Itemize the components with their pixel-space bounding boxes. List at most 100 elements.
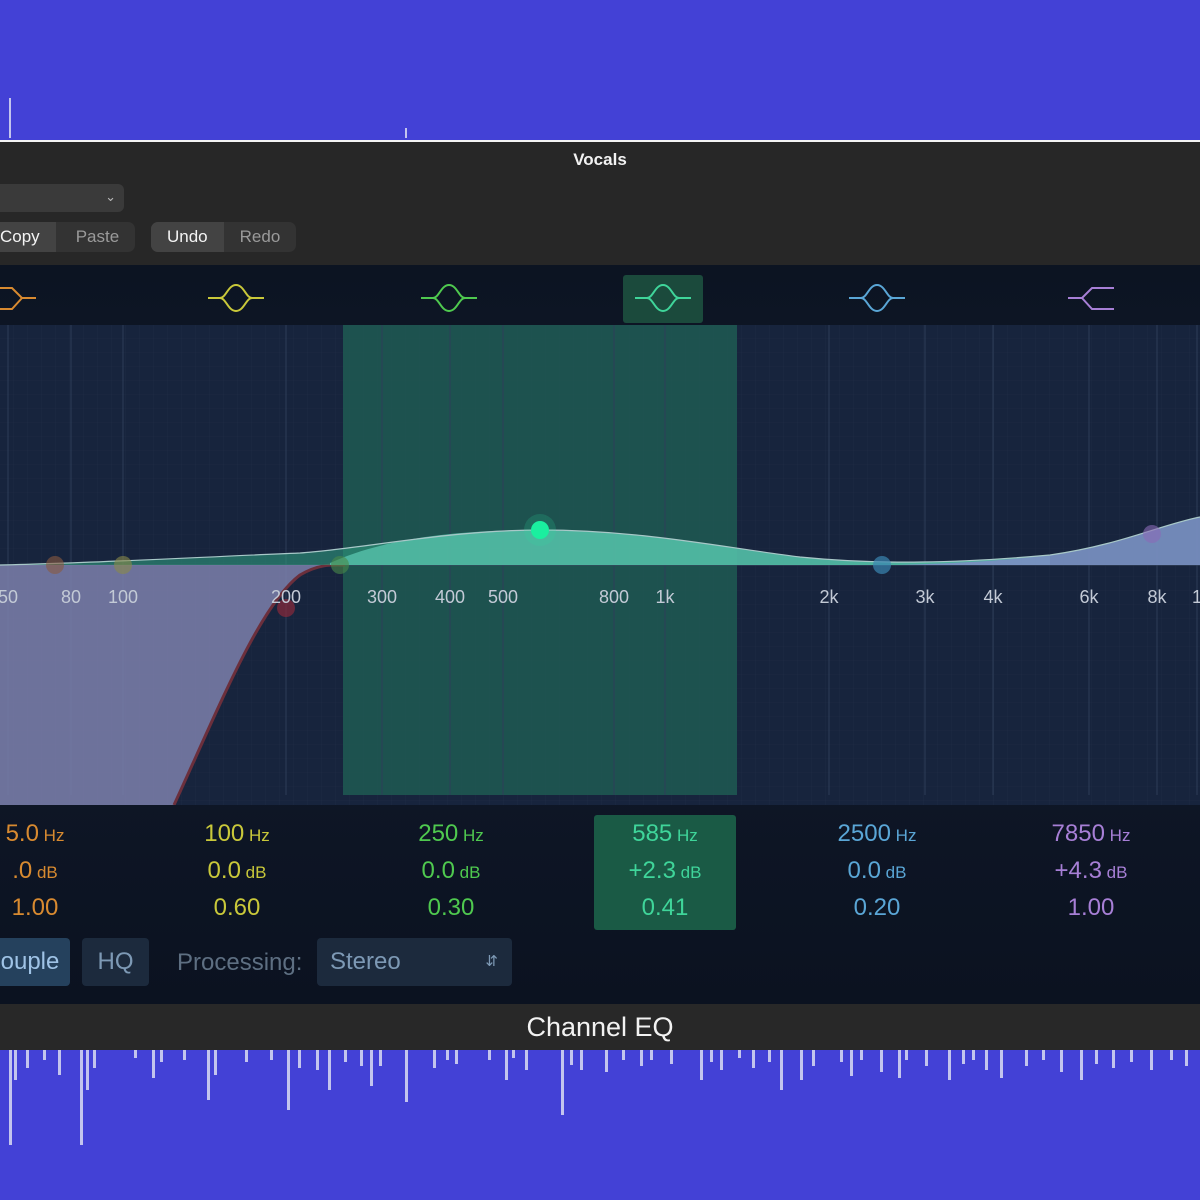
band-2-gain-value[interactable]: 0.0 dB bbox=[166, 852, 308, 889]
gain-unit: dB bbox=[454, 863, 481, 882]
waveform-peak bbox=[962, 1050, 965, 1064]
band-1-gain-value[interactable]: .0 dB bbox=[0, 852, 106, 889]
up-down-chevron-icon: ⇵ bbox=[485, 953, 498, 970]
band-2-type-button[interactable] bbox=[196, 275, 276, 323]
band-3-gain-value[interactable]: 0.0 dB bbox=[380, 852, 522, 889]
band-1-type-button[interactable] bbox=[0, 275, 62, 323]
waveform-peak bbox=[512, 1050, 515, 1058]
band-5-q-value[interactable]: 0.20 bbox=[806, 889, 948, 926]
waveform-peak bbox=[505, 1050, 508, 1080]
band-5-frequency-value[interactable]: 2500 Hz bbox=[806, 815, 948, 852]
frequency-unit: Hz bbox=[1104, 826, 1131, 845]
band-5-handle[interactable] bbox=[873, 556, 891, 574]
waveform-peak bbox=[379, 1050, 382, 1066]
band-1-frequency-value[interactable]: 5.0 Hz bbox=[0, 815, 106, 852]
gain-unit: dB bbox=[675, 863, 702, 882]
waveform-peak bbox=[880, 1050, 883, 1072]
waveform-peak bbox=[183, 1050, 186, 1060]
waveform-peak bbox=[580, 1050, 583, 1070]
frequency-number: 100 bbox=[204, 820, 245, 847]
preset-dropdown[interactable]: ⌄ bbox=[0, 184, 124, 212]
frequency-unit: Hz bbox=[458, 826, 484, 845]
frequency-tick-label: 6k bbox=[1079, 587, 1099, 607]
q-number: 1.00 bbox=[1067, 894, 1115, 921]
processing-select[interactable]: Stereo ⇵ bbox=[317, 938, 512, 986]
undo-redo-group: Undo Redo bbox=[151, 222, 297, 252]
band-1-q-value[interactable]: 1.00 bbox=[0, 889, 106, 926]
band-3-parameters[interactable]: 250 Hz 0.0 dB 0.30 bbox=[380, 815, 522, 930]
band-4-gain-value[interactable]: +2.3 dB bbox=[594, 852, 736, 889]
band-4-handle[interactable] bbox=[531, 521, 549, 539]
waveform-peak bbox=[710, 1050, 713, 1062]
frequency-tick-label: 1 bbox=[1192, 587, 1200, 607]
couple-toggle[interactable]: ouple bbox=[0, 938, 70, 986]
band-4-frequency-value[interactable]: 585 Hz bbox=[594, 815, 736, 852]
band-2-frequency-value[interactable]: 100 Hz bbox=[166, 815, 308, 852]
waveform-peak bbox=[214, 1050, 217, 1075]
waveform-peak bbox=[1042, 1050, 1045, 1060]
band-6-q-value[interactable]: 1.00 bbox=[1020, 889, 1162, 926]
gain-unit: dB bbox=[880, 863, 907, 882]
waveform-peak bbox=[1060, 1050, 1063, 1072]
gain-number: +4.3 bbox=[1054, 857, 1102, 884]
frequency-tick-label: 8k bbox=[1147, 587, 1167, 607]
undo-button[interactable]: Undo bbox=[151, 222, 224, 252]
gain-number: 0.0 bbox=[421, 857, 455, 884]
waveform-peak bbox=[670, 1050, 673, 1064]
waveform-peak bbox=[812, 1050, 815, 1066]
frequency-tick-label: 50 bbox=[0, 587, 18, 607]
frequency-number: 7850 bbox=[1051, 820, 1105, 847]
band-6-type-button[interactable] bbox=[1054, 275, 1134, 323]
waveform-peak bbox=[316, 1050, 319, 1070]
waveform-peak bbox=[780, 1050, 783, 1090]
redo-button[interactable]: Redo bbox=[224, 222, 297, 252]
paste-button[interactable]: Paste bbox=[56, 222, 135, 252]
plugin-name: Channel EQ bbox=[0, 1004, 1200, 1050]
low-cut-icon bbox=[0, 287, 36, 310]
gain-unit: dB bbox=[32, 863, 58, 882]
processing-value: Stereo bbox=[330, 948, 401, 975]
gain-number: +2.3 bbox=[628, 857, 676, 884]
band-4-parameters[interactable]: 585 Hz +2.3 dB 0.41 bbox=[594, 815, 736, 930]
band-6-parameters[interactable]: 7850 Hz +4.3 dB 1.00 bbox=[1020, 815, 1162, 930]
eq-curve-graph[interactable]: 50 80 100 200 300 400 500 800 1k 2k 3k 4k 6k 8k 1 bbox=[0, 325, 1200, 805]
waveform-peak bbox=[752, 1050, 755, 1068]
copy-button[interactable]: Copy bbox=[0, 222, 56, 252]
band-5-parameters[interactable]: 2500 Hz 0.0 dB 0.20 bbox=[806, 815, 948, 930]
frequency-tick-label: 2k bbox=[819, 587, 839, 607]
waveform-peak bbox=[298, 1050, 301, 1068]
band-3-type-button[interactable] bbox=[409, 275, 489, 323]
band-6-gain-value[interactable]: +4.3 dB bbox=[1020, 852, 1162, 889]
waveform-peak bbox=[488, 1050, 491, 1060]
channel-eq-window: Vocals ⌄ Copy Paste Undo Redo 50 80 100 … bbox=[0, 140, 1200, 1050]
waveform-peak bbox=[93, 1050, 96, 1068]
band-3-frequency-value[interactable]: 250 Hz bbox=[380, 815, 522, 852]
band-2-q-value[interactable]: 0.60 bbox=[166, 889, 308, 926]
frequency-tick-label: 1k bbox=[655, 587, 675, 607]
band-type-row bbox=[0, 265, 1200, 325]
bell-icon bbox=[421, 283, 477, 313]
waveform-peak bbox=[720, 1050, 723, 1070]
frequency-tick-label: 300 bbox=[367, 587, 397, 607]
frequency-tick-label: 80 bbox=[61, 587, 81, 607]
waveform-peak bbox=[1095, 1050, 1098, 1064]
frequency-number: 5.0 bbox=[5, 820, 39, 847]
band-3-handle[interactable] bbox=[331, 556, 349, 574]
waveform-peak bbox=[948, 1050, 951, 1080]
band-1-parameters[interactable]: 5.0 Hz .0 dB 1.00 bbox=[0, 815, 106, 930]
waveform-peak bbox=[1000, 1050, 1003, 1078]
band-6-frequency-value[interactable]: 7850 Hz bbox=[1020, 815, 1162, 852]
hq-toggle[interactable]: HQ bbox=[82, 938, 149, 986]
band-2-handle[interactable] bbox=[114, 556, 132, 574]
band-2-parameters[interactable]: 100 Hz 0.0 dB 0.60 bbox=[166, 815, 308, 930]
band-4-q-value[interactable]: 0.41 bbox=[594, 889, 736, 926]
band-5-gain-value[interactable]: 0.0 dB bbox=[806, 852, 948, 889]
waveform-peak bbox=[1112, 1050, 1115, 1068]
waveform-peak bbox=[1185, 1050, 1188, 1066]
band-4-type-button[interactable] bbox=[623, 275, 703, 323]
band-1-handle[interactable] bbox=[46, 556, 64, 574]
band-6-handle[interactable] bbox=[1143, 525, 1161, 543]
band-5-type-button[interactable] bbox=[837, 275, 917, 323]
frequency-tick-label: 4k bbox=[983, 587, 1003, 607]
band-3-q-value[interactable]: 0.30 bbox=[380, 889, 522, 926]
